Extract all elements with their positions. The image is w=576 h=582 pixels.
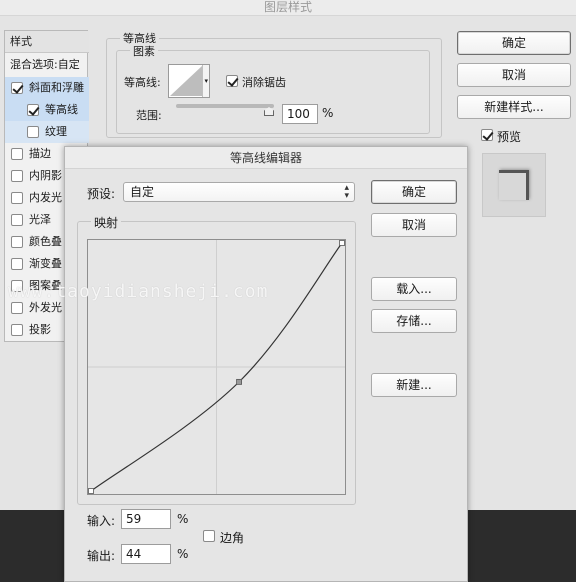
contour-graph[interactable] xyxy=(87,239,346,495)
preset-value: 自定 xyxy=(130,185,155,199)
sidebar-item-contour[interactable]: 等高线 xyxy=(5,99,89,121)
editor-ok-button[interactable]: 确定 xyxy=(371,180,457,204)
style-preview-thumbnail xyxy=(482,153,546,217)
elements-group-title: 图素 xyxy=(130,43,158,59)
output-field[interactable]: 44 xyxy=(121,544,171,564)
new-style-button[interactable]: 新建样式... xyxy=(457,95,571,119)
satin-checkbox[interactable] xyxy=(11,214,23,226)
stroke-checkbox[interactable] xyxy=(11,148,23,160)
range-unit: % xyxy=(322,106,334,120)
contour-editor-title: 等高线编辑器 xyxy=(65,147,467,169)
sidebar-item-label: 等高线 xyxy=(45,103,78,116)
sidebar-item-label: 内阴影 xyxy=(29,169,62,182)
sidebar-item-bevel-emboss[interactable]: 斜面和浮雕 xyxy=(5,77,89,99)
sidebar-item-texture[interactable]: 纹理 xyxy=(5,121,89,143)
sidebar-item-label: 斜面和浮雕 xyxy=(29,81,84,94)
outer-glow-checkbox[interactable] xyxy=(11,302,23,314)
sidebar-item-label: 渐变叠 xyxy=(29,257,62,270)
input-label: 输入: xyxy=(87,514,116,528)
contour-thumbnail-icon xyxy=(170,66,202,96)
curve-control-point[interactable] xyxy=(236,378,242,385)
elements-group xyxy=(116,50,430,134)
preview-label: 预览 xyxy=(497,130,522,144)
output-unit: % xyxy=(177,547,189,561)
corner-label: 边角 xyxy=(220,531,245,545)
input-field[interactable]: 59 xyxy=(121,509,171,529)
sidebar-item-label: 描边 xyxy=(29,147,51,160)
sidebar-item-label: 纹理 xyxy=(45,125,67,138)
bevel-emboss-checkbox[interactable] xyxy=(11,82,23,94)
cancel-button[interactable]: 取消 xyxy=(457,63,571,87)
output-label: 输出: xyxy=(87,549,116,563)
gradient-overlay-checkbox[interactable] xyxy=(11,258,23,270)
ok-button[interactable]: 确定 xyxy=(457,31,571,55)
select-arrows-icon: ▴ ▾ xyxy=(344,183,349,201)
sidebar-item-label: 内发光 xyxy=(29,191,62,204)
sidebar-item-blend-options[interactable]: 混合选项:自定 xyxy=(5,54,89,76)
range-label: 范围: xyxy=(136,109,162,122)
preset-select[interactable]: 自定 ▴ ▾ xyxy=(123,182,355,202)
antialias-checkbox[interactable] xyxy=(226,75,238,87)
contour-checkbox[interactable] xyxy=(27,104,39,116)
sidebar-item-label: 颜色叠 xyxy=(29,235,62,248)
sidebar-item-label: 投影 xyxy=(29,323,51,336)
inner-glow-checkbox[interactable] xyxy=(11,192,23,204)
sidebar-header: 样式 xyxy=(5,31,89,53)
mapping-label: 映射 xyxy=(91,214,122,231)
color-overlay-checkbox[interactable] xyxy=(11,236,23,248)
new-button[interactable]: 新建... xyxy=(371,373,457,397)
inner-shadow-checkbox[interactable] xyxy=(11,170,23,182)
contour-label: 等高线: xyxy=(124,76,161,89)
curve-control-point[interactable] xyxy=(88,488,94,494)
load-button[interactable]: 载入... xyxy=(371,277,457,301)
range-input[interactable]: 100 xyxy=(282,104,318,124)
texture-checkbox[interactable] xyxy=(27,126,39,138)
drop-shadow-checkbox[interactable] xyxy=(11,324,23,336)
contour-curve-plot[interactable] xyxy=(88,240,345,494)
contour-editor-dialog: 等高线编辑器 预设: 自定 ▴ ▾ 映射 确定 取消 载入... 存储... 新建… xyxy=(64,146,468,582)
save-button[interactable]: 存储... xyxy=(371,309,457,333)
contour-picker[interactable]: ▾ xyxy=(168,64,210,98)
preview-checkbox[interactable] xyxy=(481,129,493,141)
antialias-label: 消除锯齿 xyxy=(242,76,286,89)
preset-label: 预设: xyxy=(87,187,116,201)
input-unit: % xyxy=(177,512,189,526)
editor-cancel-button[interactable]: 取消 xyxy=(371,213,457,237)
layer-style-title: 图层样式 xyxy=(0,0,576,16)
range-slider-track[interactable] xyxy=(176,104,274,108)
sidebar-item-label: 光泽 xyxy=(29,213,51,226)
chevron-down-icon: ▾ xyxy=(204,77,208,85)
curve-control-point[interactable] xyxy=(339,240,345,246)
corner-checkbox[interactable] xyxy=(203,530,215,542)
watermark-text: www.taoyidiansheji.com xyxy=(8,281,269,302)
